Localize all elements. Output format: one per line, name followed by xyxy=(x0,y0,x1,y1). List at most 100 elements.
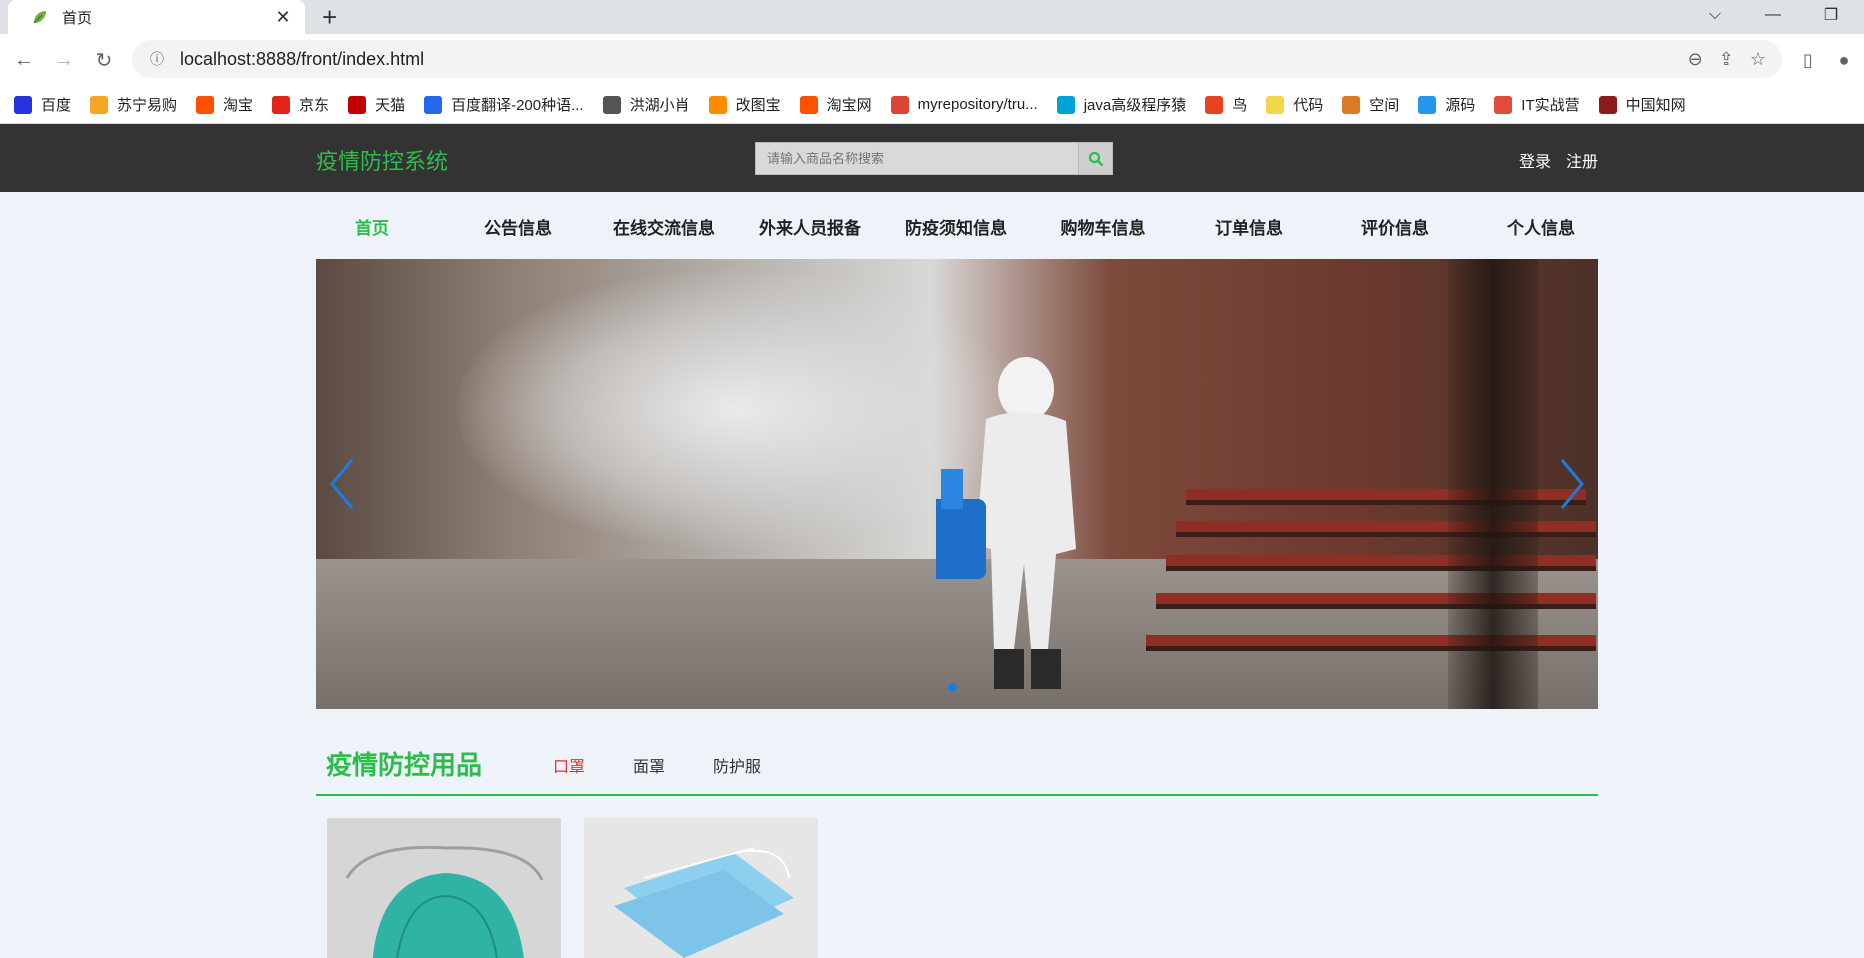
bookmark-item[interactable]: 百度翻译-200种语... xyxy=(424,94,584,115)
product-card[interactable] xyxy=(327,818,561,958)
banner-worker-figure xyxy=(936,357,1076,689)
bookmark-item[interactable]: 淘宝网 xyxy=(799,94,872,115)
category-tab-face-shield[interactable]: 面罩 xyxy=(633,753,665,777)
category-tab-protective-suit[interactable]: 防护服 xyxy=(713,753,761,777)
suning-icon xyxy=(90,95,109,114)
code-icon xyxy=(1266,95,1285,114)
bookmark-label: 空间 xyxy=(1369,97,1400,114)
search-input[interactable] xyxy=(756,143,1078,174)
product-image-surgical-mask xyxy=(584,818,818,958)
forward-icon[interactable]: → xyxy=(50,46,78,74)
leaf-icon xyxy=(33,11,46,24)
new-tab-button[interactable]: + xyxy=(322,2,337,32)
bookmark-item[interactable]: myrepository/tru... xyxy=(890,95,1038,114)
bookmark-label: 中国知网 xyxy=(1625,97,1686,114)
nav-item-epidemic-notice[interactable]: 防疫须知信息 xyxy=(905,214,1007,239)
bilibili-icon xyxy=(1056,95,1075,114)
nav-item-orders[interactable]: 订单信息 xyxy=(1215,214,1283,239)
docker-icon xyxy=(1418,95,1437,114)
section-divider xyxy=(316,794,1598,796)
bird-icon xyxy=(602,95,621,114)
bookmark-item[interactable]: 京东 xyxy=(272,94,329,115)
search-button[interactable] xyxy=(1078,143,1112,174)
address-bar[interactable]: ⓘ localhost:8888/front/index.html ⊖ ⇪ ☆ xyxy=(132,40,1782,78)
bookmark-label: 源码 xyxy=(1445,97,1476,114)
close-tab-icon[interactable]: ✕ xyxy=(273,7,293,28)
bookmark-label: myrepository/tru... xyxy=(917,96,1038,113)
bookmark-item[interactable]: 鸟 xyxy=(1205,94,1247,115)
bookmark-label: 京东 xyxy=(299,97,330,114)
product-image-n95-mask xyxy=(327,818,561,958)
tab-title: 首页 xyxy=(62,9,93,27)
jd-icon xyxy=(272,95,291,114)
bookmark-label: 百度翻译-200种语... xyxy=(451,97,584,114)
site-logo[interactable]: 疫情防控系统 xyxy=(316,144,448,176)
banner-carousel[interactable] xyxy=(316,259,1598,709)
taobao-icon xyxy=(196,95,215,114)
main-nav: 首页 公告信息 在线交流信息 外来人员报备 防疫须知信息 购物车信息 订单信息 … xyxy=(316,192,1598,258)
bookmark-item[interactable]: java高级程序猿 xyxy=(1056,94,1187,115)
nav-item-cart[interactable]: 购物车信息 xyxy=(1061,214,1146,239)
banner-pillar xyxy=(1448,259,1538,709)
browser-tab-strip: 首页 ✕ + ⌵ — ❐ xyxy=(0,0,1864,34)
profile-avatar-icon[interactable]: ● xyxy=(1830,46,1858,74)
product-card[interactable] xyxy=(584,818,818,958)
zoom-icon[interactable]: ⊖ xyxy=(1688,49,1703,70)
bookmark-item[interactable]: 百度 xyxy=(14,94,71,115)
cnki-icon xyxy=(1598,95,1617,114)
bookmark-label: 百度 xyxy=(41,97,72,114)
translate-icon xyxy=(424,95,443,114)
bookmark-item[interactable]: 洪湖小肖 xyxy=(602,94,690,115)
banner-disinfectant-mist xyxy=(456,269,1016,549)
nav-item-reviews[interactable]: 评价信息 xyxy=(1361,214,1429,239)
register-link[interactable]: 注册 xyxy=(1566,148,1598,172)
bookmark-label: IT实战营 xyxy=(1521,97,1580,114)
nav-item-visitor-report[interactable]: 外来人员报备 xyxy=(759,214,861,239)
bookmark-item[interactable]: 源码 xyxy=(1418,94,1475,115)
section-title: 疫情防控用品 xyxy=(326,750,483,780)
space-icon xyxy=(1342,95,1361,114)
nav-item-home[interactable]: 首页 xyxy=(355,214,389,239)
bookmark-label: java高级程序猿 xyxy=(1083,97,1187,114)
bookmark-label: 鸟 xyxy=(1232,97,1248,114)
bookmark-label: 代码 xyxy=(1293,97,1324,114)
minimize-button[interactable]: — xyxy=(1748,0,1798,30)
bookmark-item[interactable]: 代码 xyxy=(1266,94,1323,115)
nav-item-online-chat[interactable]: 在线交流信息 xyxy=(613,214,715,239)
image-tool-icon xyxy=(708,95,727,114)
share-icon[interactable]: ⇪ xyxy=(1719,49,1734,70)
bookmark-item[interactable]: 苏宁易购 xyxy=(90,94,177,115)
tmall-icon xyxy=(348,95,367,114)
category-tab-mask[interactable]: 口罩 xyxy=(553,753,585,777)
bird-icon xyxy=(1205,95,1224,114)
nav-item-profile[interactable]: 个人信息 xyxy=(1507,214,1575,239)
login-link[interactable]: 登录 xyxy=(1519,148,1551,172)
carousel-indicator-dot[interactable] xyxy=(948,683,957,692)
bookmarks-bar: 百度 苏宁易购 淘宝 京东 天猫 百度翻译-200种语... 洪湖小肖 改图宝 淘宝网 myrep… xyxy=(0,86,1864,124)
baidu-icon xyxy=(14,95,32,114)
camp-icon xyxy=(1494,95,1513,114)
nav-item-announcements[interactable]: 公告信息 xyxy=(484,214,552,239)
browser-tab[interactable]: 首页 ✕ xyxy=(8,0,305,34)
taobao-icon xyxy=(799,95,818,114)
site-header: 疫情防控系统 登录 注册 xyxy=(0,124,1864,192)
bookmark-star-icon[interactable]: ☆ xyxy=(1750,49,1766,70)
side-panel-icon[interactable]: ▯ xyxy=(1794,46,1822,74)
bookmark-item[interactable]: IT实战营 xyxy=(1494,94,1580,115)
bookmark-item[interactable]: 淘宝 xyxy=(196,94,253,115)
reload-icon[interactable]: ↻ xyxy=(90,46,118,74)
bookmark-item[interactable]: 改图宝 xyxy=(708,94,781,115)
bookmark-item[interactable]: 空间 xyxy=(1342,94,1399,115)
carousel-prev-arrow-icon[interactable] xyxy=(324,454,364,514)
bookmark-item[interactable]: 天猫 xyxy=(348,94,405,115)
tab-search-icon[interactable]: ⌵ xyxy=(1690,0,1740,30)
site-info-icon[interactable]: ⓘ xyxy=(146,49,168,69)
bookmark-item[interactable]: 中国知网 xyxy=(1598,94,1686,115)
back-icon[interactable]: ← xyxy=(10,46,38,74)
search-box xyxy=(755,142,1113,175)
browser-toolbar: ← → ↻ ⓘ localhost:8888/front/index.html … xyxy=(0,34,1864,86)
search-icon xyxy=(1088,151,1103,166)
restore-button[interactable]: ❐ xyxy=(1806,0,1856,30)
url-text[interactable]: localhost:8888/front/index.html xyxy=(180,49,424,70)
carousel-next-arrow-icon[interactable] xyxy=(1550,454,1590,514)
